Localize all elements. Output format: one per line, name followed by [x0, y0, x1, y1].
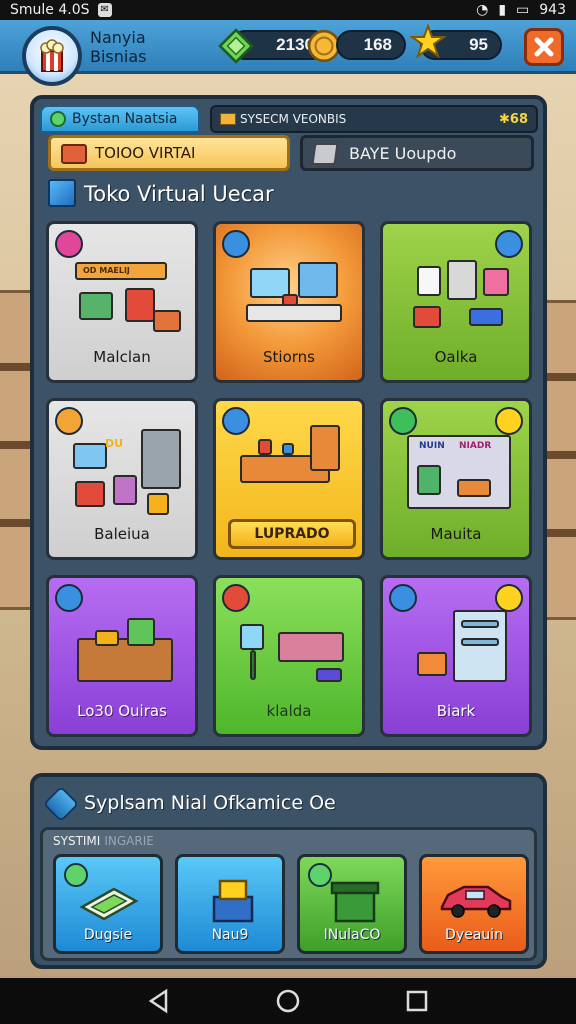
shelf-illustration: DU: [65, 421, 185, 521]
tab-system[interactable]: SYSECM VEONBIS ✱68: [210, 105, 538, 133]
tool-icon: [311, 143, 339, 165]
bottom-panel-title: Syplsam Nial Ofkamice Oe: [42, 785, 336, 823]
card-upgrade-button-label: LUPRADO: [254, 526, 330, 542]
store-card-8-label: klalda: [266, 702, 312, 720]
player-name: Nanyia Bisnias: [90, 28, 146, 66]
section-title: Toko Virtual Uecar: [48, 179, 274, 209]
store-card-9[interactable]: Biark: [380, 575, 532, 737]
cube-icon: [48, 179, 76, 207]
tab-business-icon: [50, 111, 66, 127]
store-grid: OD MAELIJ Malclan Stiorns Oalka DU Balei…: [46, 221, 535, 741]
player-name-line2: Bisnias: [90, 47, 147, 66]
stall-banner-text: OD MAELIJ: [83, 266, 130, 275]
gem-icon: [218, 28, 254, 64]
store-card-4-label: Baleiua: [94, 525, 150, 543]
car-icon: [440, 885, 512, 918]
avatar[interactable]: [22, 26, 82, 86]
counter-illustration: [232, 598, 352, 698]
tab-system-count-value: 68: [509, 112, 528, 127]
store-card-3-label: Oalka: [434, 348, 478, 366]
store-sign-b: NIADR: [459, 441, 492, 451]
store-card-1-label: Malclan: [93, 348, 151, 366]
office-desk-illustration: [232, 421, 352, 501]
coins-value: 168: [363, 35, 392, 54]
desk-illustration: [232, 244, 352, 344]
store-card-2[interactable]: Stiorns: [213, 221, 365, 383]
top-header: Nanyia Bisnias 2130 168 95: [0, 20, 576, 86]
upgrade-button-label: BAYE Uoupdo: [349, 143, 457, 163]
store-card-4[interactable]: DU Baleiua: [46, 398, 198, 560]
tab-business-label: Bystan Naatsia: [72, 111, 178, 127]
books-icon: [61, 144, 87, 164]
bottom-panel: Syplsam Nial Ofkamice Oe SYSTIMI INGARIE …: [30, 773, 547, 969]
home-icon[interactable]: [275, 988, 301, 1014]
container-icon: [330, 881, 380, 923]
system-section-label-muted: INGARIE: [104, 834, 154, 848]
tab-system-count: ✱68: [499, 112, 528, 127]
player-name-line1: Nanyia: [90, 28, 146, 47]
system-card-1[interactable]: Dugsie: [53, 854, 163, 954]
system-card-1-label: Dugsie: [83, 927, 133, 943]
signal-icon: ▮: [498, 2, 507, 18]
coins-counter[interactable]: 168: [336, 30, 406, 60]
tabs-row: Bystan Naatsia SYSECM VEONBIS ✱68: [40, 105, 538, 133]
status-bar: Smule 4.0S ✉ ◔ ▮ ▭ 943: [0, 0, 576, 20]
bottom-panel-title-text: Syplsam Nial Ofkamice Oe: [84, 792, 336, 814]
star-badge-icon: [42, 785, 80, 823]
building-illustration: [399, 598, 519, 698]
virtual-store-button[interactable]: TOIOO VIRTAI: [48, 135, 290, 171]
status-bar-app: Smule 4.0S: [10, 2, 90, 18]
store-card-9-label: Biark: [436, 702, 476, 720]
system-card-4-label: Dyeauin: [445, 927, 503, 943]
tab-business[interactable]: Bystan Naatsia: [40, 105, 200, 133]
system-card-3-label: INulaCO: [323, 927, 381, 943]
star-icon: [410, 24, 446, 59]
screen-text: DU: [105, 437, 124, 450]
status-bar-time: 943: [539, 2, 566, 18]
stall-illustration: OD MAELIJ: [65, 244, 185, 344]
box-stack-icon: [212, 879, 254, 923]
system-card-4[interactable]: Dyeauin: [419, 854, 529, 954]
system-section-label: SYSTIMI INGARIE: [53, 834, 154, 848]
back-icon[interactable]: [146, 988, 172, 1014]
mini-store-illustration: NUIN NIADR: [399, 421, 519, 521]
store-card-6[interactable]: NUIN NIADR Mauita: [380, 398, 532, 560]
section-title-text: Toko Virtual Uecar: [84, 182, 274, 206]
navigation-bar: [0, 978, 576, 1024]
store-card-5[interactable]: LUPRADO: [213, 398, 365, 560]
recents-icon[interactable]: [404, 988, 430, 1014]
virtual-store-button-label: TOIOO VIRTAI: [95, 144, 196, 162]
system-section-label-text: SYSTIMI: [53, 834, 101, 848]
battery-icon: ▭: [516, 2, 530, 18]
box-icon: [220, 113, 236, 125]
close-button[interactable]: [524, 28, 564, 66]
close-icon: [534, 37, 554, 57]
main-panel: Bystan Naatsia SYSECM VEONBIS ✱68 TOIOO …: [30, 95, 547, 750]
store-card-8[interactable]: klalda: [213, 575, 365, 737]
store-card-2-label: Stiorns: [263, 348, 315, 366]
system-card-2[interactable]: Nau9: [175, 854, 285, 954]
upgrade-button[interactable]: BAYE Uoupdo: [300, 135, 534, 171]
system-card-3[interactable]: INulaCO: [297, 854, 407, 954]
card-upgrade-button[interactable]: LUPRADO: [228, 519, 356, 549]
shop-floor-illustration: [399, 244, 519, 344]
store-card-3[interactable]: Oalka: [380, 221, 532, 383]
crate-illustration: [65, 598, 185, 698]
store-card-7-label: Lo30 Ouiras: [77, 702, 167, 720]
system-section: SYSTIMI INGARIE Dugsie Nau9 INulaCO Dyea…: [40, 827, 537, 961]
cash-icon: [79, 887, 139, 921]
popcorn-icon: [40, 39, 64, 72]
store-card-1[interactable]: OD MAELIJ Malclan: [46, 221, 198, 383]
stars-value: 95: [469, 35, 488, 54]
store-sign-a: NUIN: [419, 441, 445, 451]
wifi-icon: ◔: [476, 2, 489, 18]
system-card-2-label: Nau9: [211, 927, 249, 943]
store-card-7[interactable]: Lo30 Ouiras: [46, 575, 198, 737]
tab-system-label: SYSECM VEONBIS: [240, 112, 347, 126]
notification-icon: ✉: [97, 3, 112, 17]
store-card-6-label: Mauita: [430, 525, 482, 543]
